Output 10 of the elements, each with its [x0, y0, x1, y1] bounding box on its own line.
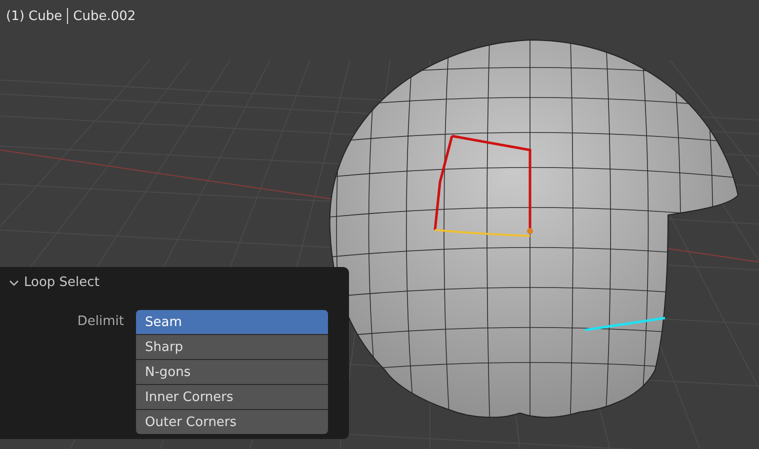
panel-header[interactable]: Loop Select — [0, 267, 108, 290]
object-name-label: (1) Cube — [6, 8, 62, 24]
delimit-option[interactable]: Inner Corners — [136, 385, 328, 409]
mesh-name-label: Cube.002 — [73, 8, 136, 24]
delimit-option[interactable]: Seam — [136, 310, 328, 334]
delimit-option[interactable]: Sharp — [136, 335, 328, 359]
delimit-option[interactable]: N-gons — [136, 360, 328, 384]
3d-viewport[interactable]: (1) Cube Cube.002 Loop Select Delimit Seam Sharp N-gons Inner Corners Outer Corners — [0, 0, 759, 449]
delimit-option[interactable]: Outer Corners — [136, 410, 328, 434]
delimit-label: Delimit — [76, 313, 125, 329]
